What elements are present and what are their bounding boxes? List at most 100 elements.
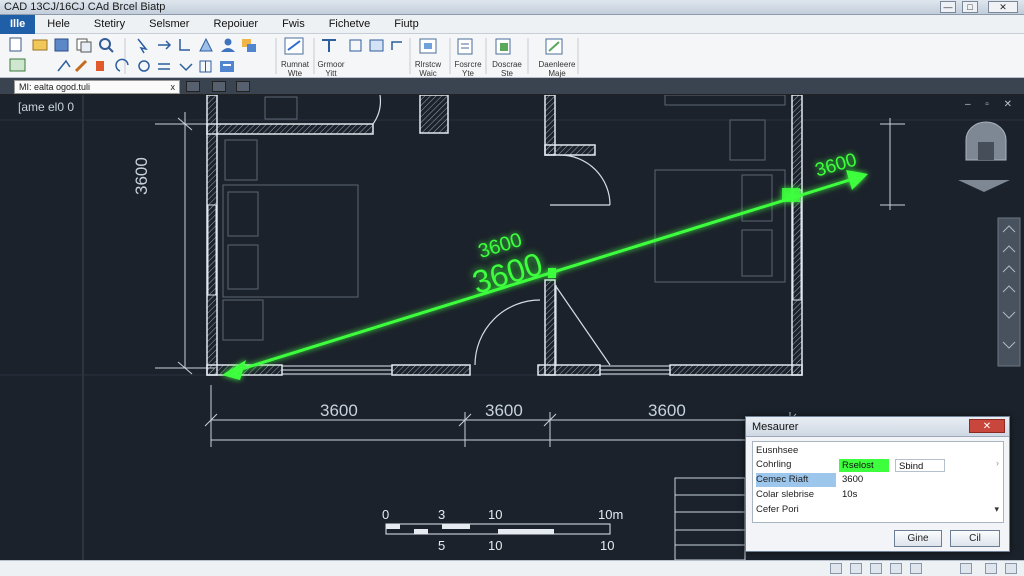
ok-button[interactable]: Gine xyxy=(894,530,942,547)
tab-list-icon[interactable] xyxy=(212,81,226,92)
minimize-button[interactable]: — xyxy=(940,1,956,13)
measure-row-value[interactable]: 10s xyxy=(839,488,857,501)
dim-style-icon[interactable] xyxy=(349,39,362,52)
insert-block-icon[interactable] xyxy=(419,38,437,54)
document-tab-strip: MI: ealta ogod.tuli x xyxy=(0,78,1024,95)
scale-label-10m: 10m xyxy=(598,507,624,522)
viewport-controls[interactable]: – ▫ ✕ xyxy=(965,99,1018,110)
ribbon-label-4: Fosrcre Yte xyxy=(454,60,482,78)
layer-manager-icon[interactable] xyxy=(495,38,511,55)
vertical-dimension xyxy=(155,112,215,375)
annotation-icon[interactable] xyxy=(985,563,997,574)
triangle-icon[interactable] xyxy=(199,37,213,52)
cancel-button[interactable]: Cil xyxy=(950,530,1000,547)
scale-label-0: 0 xyxy=(382,507,390,522)
scale-label-10a: 10 xyxy=(488,507,503,522)
arrow-curve-icon[interactable] xyxy=(391,41,402,50)
paint-icon[interactable] xyxy=(96,61,104,71)
ribbon-label-2: Grmoor Yitt xyxy=(317,60,345,78)
step-icon[interactable] xyxy=(179,39,190,51)
menu-fiutp[interactable]: Fiutp xyxy=(382,15,430,34)
viewport-label[interactable]: [ame el0 0 xyxy=(18,100,74,114)
ribbon-label-5: Doscrae Ste xyxy=(492,60,522,78)
user-icon[interactable] xyxy=(221,38,235,53)
new-file-icon[interactable] xyxy=(9,37,22,52)
rotate-icon[interactable] xyxy=(115,58,129,72)
table-icon[interactable] xyxy=(369,39,384,52)
transfer-icon[interactable] xyxy=(158,63,170,70)
properties-icon[interactable] xyxy=(220,61,234,72)
snap-icon[interactable] xyxy=(830,563,842,574)
bottom-dim-label-2: 3600 xyxy=(485,401,523,420)
window-title: CAD 13CJ/16CJ CAd Brcel Biatp xyxy=(4,1,166,13)
line-icon[interactable] xyxy=(57,59,71,72)
title-bar: CAD 13CJ/16CJ CAd Brcel Biatp — □ ✕ xyxy=(0,0,1024,15)
menu-help[interactable]: Hele xyxy=(35,15,82,34)
scale-label-3: 3 xyxy=(438,507,446,522)
layers-icon[interactable] xyxy=(242,39,256,52)
scale-label-10b: 10 xyxy=(488,538,503,553)
polar-icon[interactable] xyxy=(890,563,902,574)
title-block xyxy=(674,477,746,560)
measure-properties-list: Eusnhsee Cohrling Rselost Sbind Cemec Ri… xyxy=(752,441,1004,523)
measure-row-value[interactable]: Rselost xyxy=(839,459,889,472)
ortho-icon[interactable] xyxy=(870,563,882,574)
measure-row-value[interactable]: 3600 xyxy=(839,473,863,486)
measure-row-label: Colar slebrise xyxy=(756,489,815,500)
ribbon-label-3: Rlrstcw Waic xyxy=(414,60,442,78)
measure-dialog: Mesaurer ✕ Eusnhsee Cohrling Rselost Sbi… xyxy=(745,416,1010,552)
close-window-button[interactable]: ✕ xyxy=(988,1,1018,13)
layout-icon[interactable] xyxy=(9,58,26,72)
document-tab-label: MI: ealta ogod.tuli xyxy=(19,82,91,92)
measure-row-label: Cefer Pori xyxy=(756,504,799,515)
measure-dialog-close-button[interactable]: ✕ xyxy=(969,419,1005,433)
menu-settings[interactable]: Stetiry xyxy=(82,15,137,34)
format-big-icon[interactable] xyxy=(284,37,304,55)
circle-icon[interactable] xyxy=(138,60,150,72)
right-dimension xyxy=(880,118,905,210)
copy-icon[interactable] xyxy=(76,38,92,53)
menu-fichetve[interactable]: Fichetve xyxy=(317,15,383,34)
ribbon-toolbar: Rumnat Wte Grmoor Yitt Rlrstcw Waic Fosr… xyxy=(0,34,1024,78)
scale-icon[interactable] xyxy=(179,63,193,72)
menu-file[interactable]: Ille xyxy=(0,14,36,34)
scale-label-10c: 10 xyxy=(600,538,615,553)
tab-menu-icon[interactable] xyxy=(186,81,200,92)
fullscreen-icon[interactable] xyxy=(1005,563,1017,574)
text-style-icon[interactable] xyxy=(322,39,336,52)
measure-row-label: Eusnhsee xyxy=(756,445,799,456)
pencil-icon[interactable] xyxy=(74,59,88,73)
open-folder-icon[interactable] xyxy=(32,39,48,51)
chevron-down-icon[interactable]: ▾ xyxy=(994,504,999,515)
scale-label-5: 5 xyxy=(438,538,446,553)
select-arrow-icon[interactable] xyxy=(137,38,148,54)
bottom-dim-label-3: 3600 xyxy=(648,401,686,420)
doors xyxy=(372,95,611,366)
list-doc-icon[interactable] xyxy=(457,38,473,55)
vertical-dimension-label: 3600 xyxy=(132,157,151,195)
bottom-dim-label-1: 3600 xyxy=(320,401,358,420)
navigation-bar[interactable] xyxy=(997,217,1021,367)
scale-bar xyxy=(385,523,611,535)
menu-selection[interactable]: Selsmer xyxy=(137,15,201,34)
document-tab[interactable]: MI: ealta ogod.tuli x xyxy=(14,80,180,94)
design-center-icon[interactable] xyxy=(545,38,563,55)
viewcube-icon[interactable] xyxy=(958,121,1010,192)
workspace-icon[interactable] xyxy=(960,563,972,574)
menu-fonts[interactable]: Fwis xyxy=(270,15,317,34)
move-arrow-icon[interactable] xyxy=(158,40,172,50)
measure-row-value[interactable]: Sbind xyxy=(895,459,945,472)
scroll-up-icon[interactable]: › xyxy=(996,458,999,468)
save-icon[interactable] xyxy=(54,38,69,52)
zoom-icon[interactable] xyxy=(99,38,114,53)
measure-row-label-selected: Cemec Riaft xyxy=(756,473,836,487)
tab-grid-icon[interactable] xyxy=(236,81,250,92)
osnap-icon[interactable] xyxy=(910,563,922,574)
menu-reports[interactable]: Repoiuer xyxy=(201,15,270,34)
grid-icon[interactable] xyxy=(199,60,212,73)
ribbon-label-6: Daenleere Maje xyxy=(538,60,576,78)
maximize-button[interactable]: □ xyxy=(962,1,978,13)
document-tab-close-icon[interactable]: x xyxy=(171,81,176,93)
grid-toggle-icon[interactable] xyxy=(850,563,862,574)
menu-bar: Ille Hele Stetiry Selsmer Repoiuer Fwis … xyxy=(0,14,1024,34)
